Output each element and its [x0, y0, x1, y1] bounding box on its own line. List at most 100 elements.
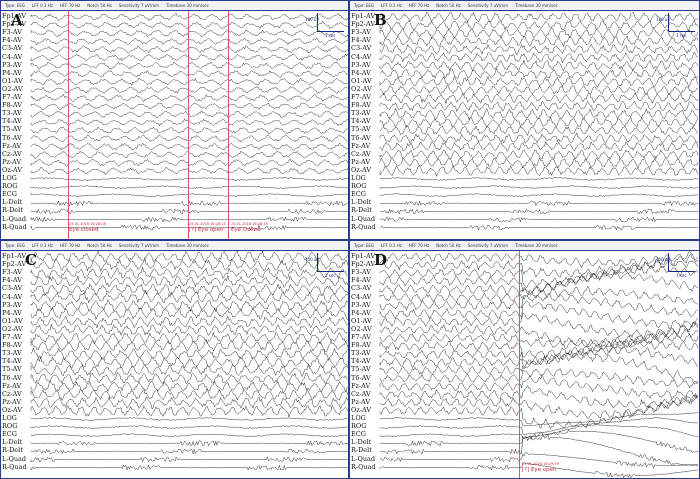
eeg-panel-b: Type: EEG LFF 0.1 Hz HFF 70 Hz Notch 50 … — [349, 0, 700, 240]
eeg-trace — [379, 84, 698, 96]
eeg-trace — [30, 440, 348, 447]
channel-label: O1-AV — [351, 316, 372, 325]
eeg-trace — [30, 193, 348, 198]
channel-label: L-Quad — [2, 214, 27, 223]
eeg-trace — [30, 150, 348, 159]
channel-label: C3-AV — [351, 284, 372, 293]
eeg-trace — [379, 412, 698, 427]
eeg-trace — [30, 102, 348, 111]
channel-label: F3-AV — [351, 268, 371, 277]
eeg-trace — [30, 433, 348, 438]
eeg-panel-a: Type: EEG LFF 0.1 Hz HFF 70 Hz Notch 50 … — [0, 0, 349, 240]
channel-label: T6-AV — [351, 133, 371, 142]
eeg-trace — [30, 363, 348, 378]
eeg-trace — [379, 395, 699, 430]
channel-label: Fp1-AV — [2, 12, 27, 20]
eeg-trace — [30, 339, 348, 353]
channel-label: F7-AV — [2, 333, 22, 341]
eeg-panel-d: Type: EEG LFF 0.1 Hz HFF 70 Hz Notch 50 … — [349, 240, 700, 479]
channel-label: C3-AV — [351, 44, 372, 53]
channel-label: Pz-AV — [351, 157, 371, 166]
eeg-trace — [30, 86, 348, 95]
eeg-trace — [379, 19, 699, 32]
channel-label: F4-AV — [2, 36, 22, 45]
channel-label: P4-AV — [351, 308, 371, 317]
eeg-panel-c: Type: EEG LFF 0.1 Hz HFF 70 Hz Notch 50 … — [0, 240, 349, 479]
eeg-trace — [30, 166, 348, 176]
channel-label: R-Delt — [2, 206, 23, 215]
channel-label: LOG — [351, 174, 366, 182]
channel-label: Pz-AV — [351, 397, 371, 406]
eeg-trace — [379, 351, 699, 385]
channel-label: F8-AV — [351, 341, 371, 350]
channel-label: T3-AV — [2, 349, 22, 358]
scale-time: 1 sec — [676, 33, 687, 38]
channel-label: Fp1-AV — [351, 252, 376, 260]
channel-label: F8-AV — [2, 101, 22, 110]
eeg-trace — [30, 380, 348, 393]
eeg-trace — [379, 434, 698, 466]
eeg-trace — [379, 208, 698, 215]
channel-label: P3-AV — [2, 300, 22, 309]
channel-label: F3-AV — [2, 268, 22, 277]
trace-area — [379, 251, 699, 478]
eeg-trace — [379, 164, 699, 178]
eeg-trace — [379, 347, 699, 368]
channel-label: Cz-AV — [2, 149, 22, 158]
channel-label: T5-AV — [351, 365, 371, 374]
scale-time: 1 sec — [325, 273, 336, 278]
channel-label: O1-AV — [2, 316, 23, 325]
channel-label: Cz-AV — [351, 149, 371, 158]
channel-label: L-Delt — [351, 198, 372, 207]
channel-label: C4-AV — [2, 52, 23, 61]
channel-label: L-Delt — [351, 438, 372, 447]
eeg-trace — [379, 200, 699, 207]
channel-label: F8-AV — [351, 101, 371, 110]
channel-label: R-Delt — [2, 446, 23, 455]
channel-label: T5-AV — [351, 125, 371, 134]
eeg-trace — [30, 185, 348, 190]
event-marker-line — [519, 251, 520, 478]
channel-label: Oz-AV — [351, 165, 372, 174]
eeg-trace — [30, 417, 348, 421]
channel-label: O1-AV — [351, 76, 372, 85]
channel-label: Pz-AV — [2, 157, 22, 166]
channel-label: F4-AV — [351, 36, 371, 45]
channel-label: F8-AV — [2, 341, 22, 350]
channel-label: Fp2-AV — [351, 20, 376, 29]
eeg-trace — [30, 456, 348, 463]
eeg-trace — [30, 53, 348, 62]
channel-label: L-Delt — [2, 438, 23, 447]
eeg-trace — [30, 29, 348, 38]
scale-amplitude: 100 uV — [656, 17, 671, 22]
event-label[interactable]: 25.01.2016 16:28:08 Eye closed — [69, 222, 106, 233]
channel-label: T4-AV — [351, 357, 371, 366]
event-label[interactable]: 25.01.2016 16:29:59 [?] Eye open — [522, 462, 559, 473]
scale-bar — [317, 253, 344, 272]
event-marker-line — [228, 11, 229, 239]
eeg-trace — [379, 193, 699, 198]
eeg-trace — [379, 100, 699, 113]
eeg-trace — [30, 177, 348, 181]
eeg-trace — [30, 275, 348, 289]
channel-label: Fz-AV — [351, 141, 371, 150]
eeg-trace — [30, 208, 348, 215]
channel-label: Fp2-AV — [351, 260, 376, 269]
eeg-trace — [30, 250, 348, 263]
channel-label: O1-AV — [2, 76, 23, 85]
eeg-trace — [30, 126, 348, 135]
channel-label: F3-AV — [351, 28, 371, 37]
scale-amplitude: 100 uV — [656, 257, 671, 262]
trace-area — [30, 12, 348, 231]
channel-label: ROG — [2, 422, 18, 431]
event-marker-line — [68, 11, 69, 239]
trace-area — [30, 250, 348, 471]
event-label[interactable]: 25.01.2016 16:28:15 Eye closed — [231, 222, 268, 233]
event-label[interactable]: 25.01.2016 16:28:10 [?] Eye open — [189, 222, 226, 233]
scale-amplitude: 100 uV — [305, 17, 320, 22]
eeg-trace — [30, 69, 348, 78]
channel-label: Cz-AV — [351, 389, 371, 398]
channel-label: Oz-AV — [2, 165, 23, 174]
eeg-trace — [30, 331, 348, 345]
channel-label: R-Delt — [351, 446, 372, 455]
